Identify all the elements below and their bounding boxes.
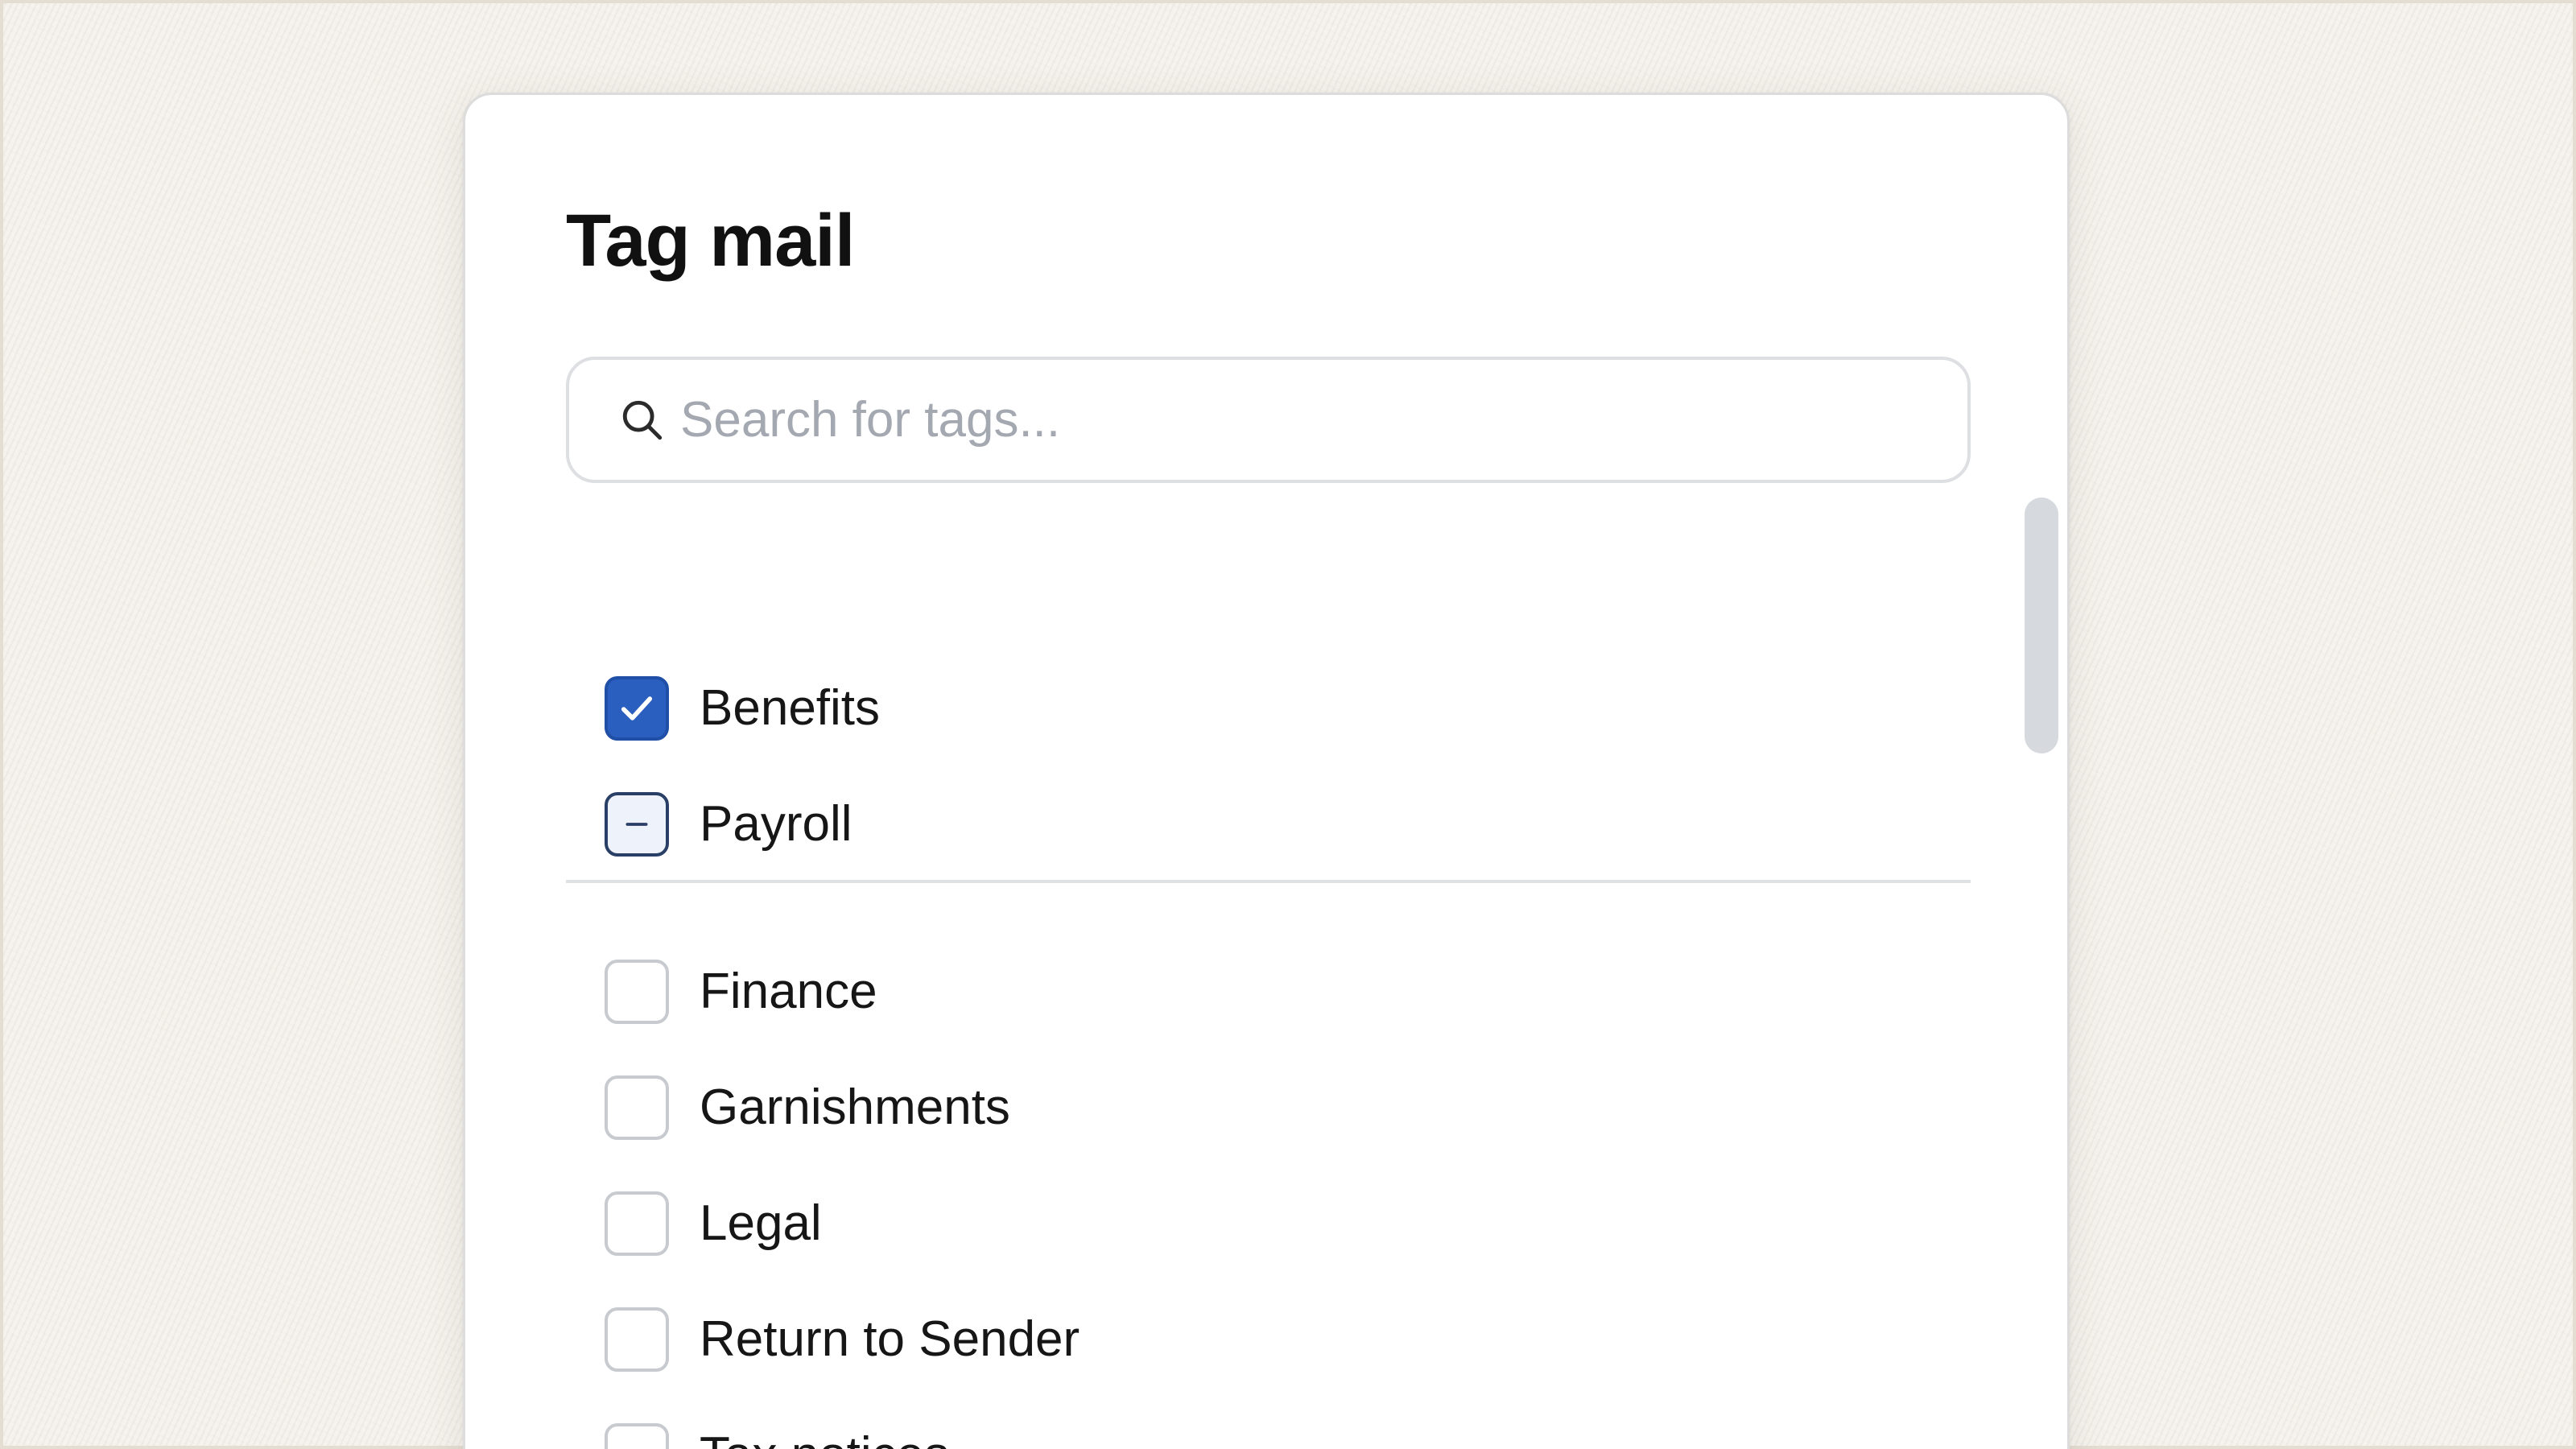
tag-checkbox[interactable] [605,1075,669,1140]
selected-tags-list: Benefits Payroll [605,650,1812,882]
tag-label: Finance [700,964,877,1019]
tag-checkbox[interactable] [605,792,669,857]
tag-option[interactable]: Garnishments [605,1050,1812,1166]
scrollbar-thumb[interactable] [2025,497,2058,753]
tag-label: Tax notices [700,1430,949,1449]
tag-checkbox[interactable] [605,676,669,741]
tag-label: Return to Sender [700,1311,1080,1367]
dialog-title: Tag mail [566,200,855,282]
tag-label: Legal [700,1195,822,1251]
tag-option[interactable]: Legal [605,1166,1812,1282]
tag-option[interactable]: Finance [605,934,1812,1050]
available-tags-list: Finance Garnishments Legal Return to Sender… [605,934,1812,1449]
tag-label: Payroll [700,796,852,852]
tag-checkbox[interactable] [605,960,669,1024]
tag-mail-dialog: Tag mail Benefits Payroll Finance Garnishm… [463,93,2070,1449]
tag-label: Benefits [700,680,881,736]
tag-checkbox[interactable] [605,1191,669,1256]
tag-label: Garnishments [700,1080,1010,1135]
tag-checkbox[interactable] [605,1307,669,1372]
minus-icon [621,808,653,840]
search-box[interactable] [566,357,1971,483]
divider [566,880,1971,883]
tag-option[interactable]: Benefits [605,650,1812,766]
tag-option[interactable]: Return to Sender [605,1282,1812,1397]
tag-option[interactable]: Payroll [605,766,1812,882]
search-input[interactable] [680,391,1888,448]
tag-option[interactable]: Tax notices [605,1397,1812,1449]
checkmark-icon [616,687,658,729]
search-icon [622,400,663,440]
tag-checkbox[interactable] [605,1423,669,1449]
